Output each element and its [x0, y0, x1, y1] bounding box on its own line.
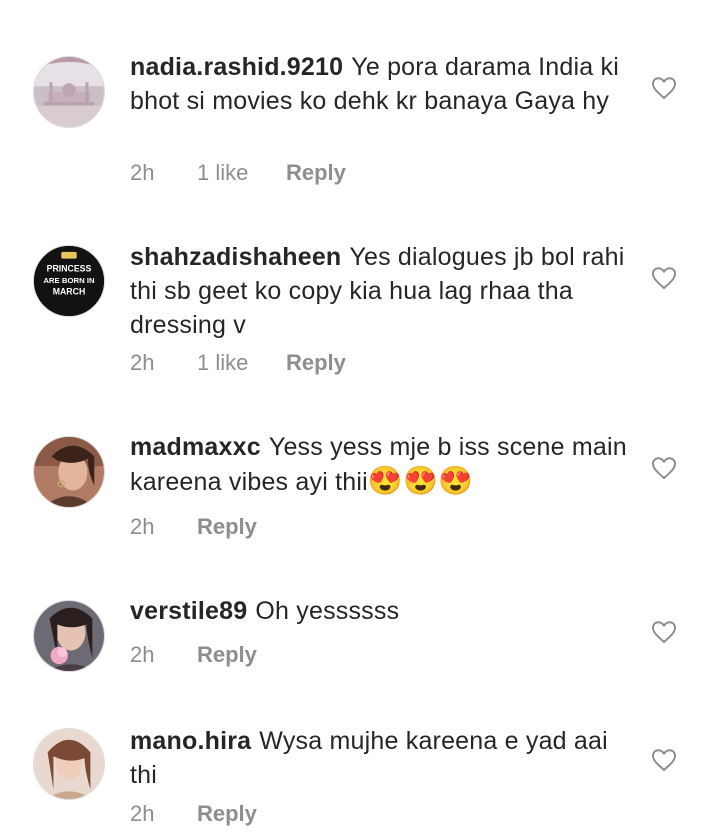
svg-text:PRINCESS: PRINCESS: [47, 263, 92, 273]
comment-body: Oh yessssss: [255, 597, 400, 625]
reply-button[interactable]: Reply: [286, 160, 346, 186]
princess-badge-icon: PRINCESS ARE BORN IN MARCH: [34, 246, 104, 316]
heart-outline-icon[interactable]: [651, 76, 677, 100]
comment-time: 2h: [130, 350, 155, 375]
mosque-photo-icon: [34, 57, 104, 127]
svg-text:MARCH: MARCH: [53, 287, 86, 297]
heart-outline-icon[interactable]: [651, 266, 677, 290]
woman-portrait-icon: [34, 729, 104, 799]
comment-meta: 2h Reply: [130, 801, 257, 827]
reply-button[interactable]: Reply: [197, 801, 257, 827]
heart-outline-icon[interactable]: [651, 456, 677, 480]
avatar[interactable]: [33, 56, 105, 128]
comment-time: 2h: [130, 514, 155, 539]
svg-text:ARE BORN IN: ARE BORN IN: [43, 276, 95, 285]
reply-button[interactable]: Reply: [197, 642, 257, 668]
heart-eyes-emoji: 😍😍😍: [367, 465, 474, 496]
reply-button[interactable]: Reply: [286, 350, 346, 376]
avatar[interactable]: [33, 600, 105, 672]
heart-outline-icon[interactable]: [651, 748, 677, 772]
comment-likes[interactable]: 1 like: [197, 160, 286, 186]
comment-text: madmaxxc Yess yess mje b iss scene main k…: [130, 430, 630, 499]
heart-outline-icon[interactable]: [651, 620, 677, 644]
comment-text: verstile89 Oh yessssss: [130, 594, 630, 628]
avatar[interactable]: PRINCESS ARE BORN IN MARCH: [33, 245, 105, 317]
woman-portrait-icon: [34, 437, 104, 507]
avatar[interactable]: [33, 436, 105, 508]
avatar[interactable]: [33, 728, 105, 800]
comment-username[interactable]: mano.hira: [130, 727, 251, 755]
comment-username[interactable]: shahzadishaheen: [130, 243, 341, 271]
comment-username[interactable]: verstile89: [130, 597, 247, 625]
comment-time: 2h: [130, 642, 155, 667]
comment-text: mano.hira Wysa mujhe kareena e yad aai th…: [130, 724, 630, 792]
comment-meta: 2h Reply: [130, 514, 257, 540]
comment-meta: 2h 1 like Reply: [130, 160, 346, 186]
comment-meta: 2h Reply: [130, 642, 257, 668]
comment-time: 2h: [130, 801, 155, 826]
comment-text: nadia.rashid.9210 Ye pora darama India ki…: [130, 50, 630, 118]
comment-likes[interactable]: 1 like: [197, 350, 286, 376]
woman-with-flower-icon: [34, 601, 104, 671]
comment-text: shahzadishaheen Yes dialogues jb bol rahi…: [130, 240, 630, 342]
comment-username[interactable]: madmaxxc: [130, 433, 261, 461]
comment-username[interactable]: nadia.rashid.9210: [130, 53, 343, 81]
comment-time: 2h: [130, 160, 155, 185]
reply-button[interactable]: Reply: [197, 514, 257, 540]
comment-meta: 2h 1 like Reply: [130, 350, 346, 376]
